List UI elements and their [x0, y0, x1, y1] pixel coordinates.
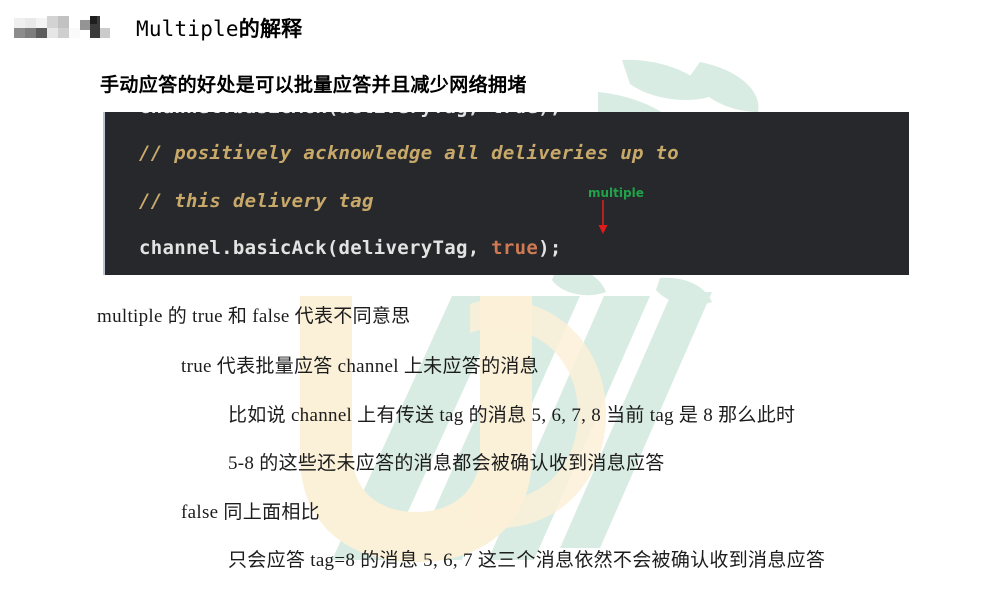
code-block: channel.basicAck(deliveryTag, true); // …	[103, 112, 909, 275]
code-call-suffix: );	[538, 237, 562, 259]
annotation-arrow-icon	[598, 200, 608, 234]
code-line-basicack: channel.basicAck(deliveryTag, true);	[139, 237, 562, 259]
logo-pixel	[47, 16, 58, 28]
page-title-cn: 的解释	[238, 17, 303, 41]
logo-pixel	[100, 28, 110, 38]
code-line-clipped: channel.basicAck(deliveryTag, true);	[139, 112, 562, 118]
body-line-3: 比如说 channel 上有传送 tag 的消息 5, 6, 7, 8 当前 t…	[228, 405, 796, 426]
logo-pixel	[47, 28, 58, 38]
logo-pixel	[36, 18, 47, 28]
code-comment-text: // this delivery tag	[139, 190, 374, 212]
body-line-6: 只会应答 tag=8 的消息 5, 6, 7 这三个消息依然不会被确认收到消息应…	[228, 550, 826, 571]
logo-pixel	[25, 18, 36, 28]
code-boolean-true: true	[491, 237, 539, 259]
logo-pixel	[80, 20, 90, 30]
logo-pixel	[14, 28, 25, 38]
logo-pixel	[58, 28, 69, 38]
body-line-1: multiple 的 true 和 false 代表不同意思	[97, 306, 411, 327]
logo-pixel	[36, 28, 47, 38]
logo-pixel	[69, 28, 80, 38]
subheading: 手动应答的好处是可以批量应答并且减少网络拥堵	[100, 75, 527, 96]
logo-pixel	[25, 28, 36, 38]
page-title-latin: Multiple	[136, 17, 239, 41]
page-title: Multiple的解释	[136, 13, 302, 43]
logo-pixel	[14, 18, 25, 28]
code-comment-text: // positively acknowledge all deliveries…	[139, 142, 679, 164]
body-line-5: false 同上面相比	[181, 502, 320, 523]
annotation-label-multiple: multiple	[588, 186, 644, 200]
body-line-4: 5-8 的这些还未应答的消息都会被确认收到消息应答	[228, 453, 665, 474]
code-line-clipped-text: channel.basicAck(deliveryTag, true);	[139, 112, 562, 118]
logo-pixel	[90, 16, 97, 24]
code-line-comment-1: // positively acknowledge all deliveries…	[139, 142, 679, 164]
body-line-2: true 代表批量应答 channel 上未应答的消息	[181, 356, 539, 377]
code-line-comment-2: // this delivery tag	[139, 190, 374, 212]
redacted-logo	[14, 16, 110, 42]
code-call-prefix: channel.basicAck(deliveryTag,	[139, 237, 492, 259]
logo-pixel	[58, 16, 69, 28]
